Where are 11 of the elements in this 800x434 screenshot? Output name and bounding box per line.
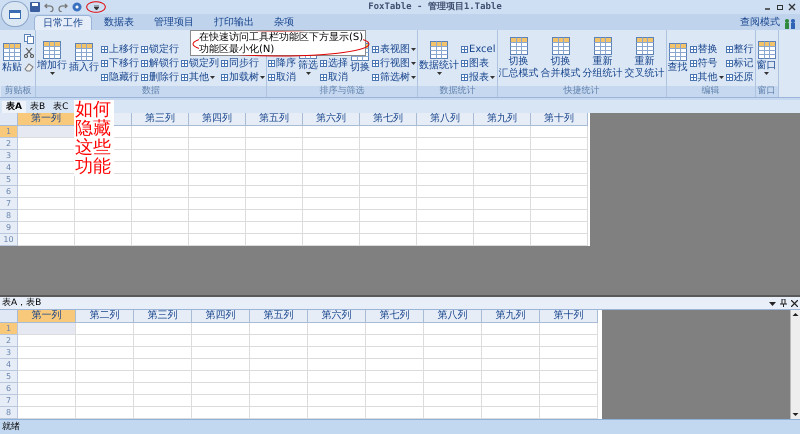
group-label: 排序与筛选 — [267, 86, 417, 97]
status-text: 就绪 — [2, 422, 20, 432]
group-label: 快捷统计 — [498, 86, 666, 97]
group-label: 数据 — [36, 86, 266, 97]
group-label: 编辑 — [666, 86, 754, 97]
panel-title: 表A，表B — [2, 298, 42, 308]
window-title: FoxTable - 管理项目1.Table — [368, 1, 502, 13]
group-label: 数据统计 — [418, 86, 496, 97]
group-label: 剪贴板 — [1, 86, 35, 97]
annotation-tooltip: 如何隐藏这些功能 — [74, 100, 114, 176]
group-label: 窗口 — [756, 86, 778, 97]
